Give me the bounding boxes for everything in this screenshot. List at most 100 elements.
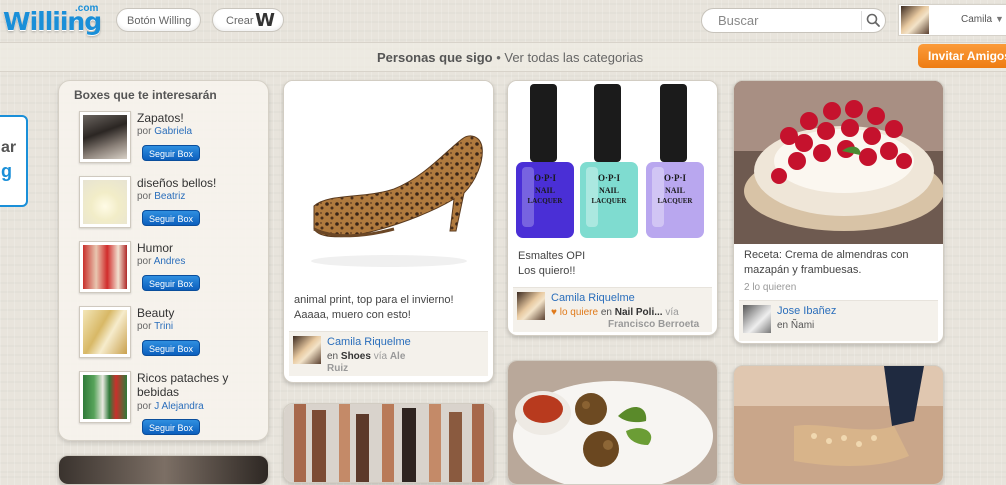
- pin-image-leopard-heel: [284, 81, 493, 289]
- in-label: en: [600, 307, 612, 318]
- williing-logo[interactable]: Williing .com: [3, 3, 103, 39]
- by-label: por: [137, 401, 152, 412]
- crear-button[interactable]: Crear W: [212, 8, 284, 32]
- pinner-link[interactable]: Camila Riquelme: [551, 292, 635, 304]
- box-author: por Trini: [137, 321, 173, 332]
- pin-card-food[interactable]: [507, 360, 718, 485]
- invite-friends-button[interactable]: Invitar Amigos: [918, 44, 1006, 68]
- search-divider: [861, 11, 862, 30]
- box-title[interactable]: Zapatos!: [137, 111, 262, 125]
- bottle-brand-3: O·P·I: [664, 173, 687, 183]
- panel-title: Boxes que te interesarán: [74, 88, 217, 102]
- box-thumbnail[interactable]: [79, 306, 131, 358]
- by-label: por: [137, 256, 152, 267]
- box-thumbnail[interactable]: [79, 241, 131, 293]
- follow-box-button[interactable]: Seguir Box: [142, 145, 201, 161]
- box-thumbnail[interactable]: [79, 176, 131, 228]
- pin-card-partial[interactable]: [58, 455, 269, 485]
- heart-icon: ♥: [551, 307, 557, 318]
- pinner-link[interactable]: Jose Ibañez: [777, 305, 836, 317]
- box-title[interactable]: Humor: [137, 241, 262, 255]
- pin-source: en Ñami: [777, 320, 814, 331]
- box-thumbnail[interactable]: [79, 111, 131, 163]
- pin-source: ♥ lo quiere en Nail Poli... vía: [551, 307, 679, 318]
- boxes-panel: Boxes que te interesarán Zapatos! por Ga…: [58, 80, 269, 441]
- box-item-humor: Humor por Andres Seguir Box: [79, 241, 264, 297]
- likes-count[interactable]: 2 lo quieren: [744, 282, 796, 293]
- pin-card-opi[interactable]: O·P·I NAIL LACQUER O·P·I NAIL LACQUER O·…: [507, 80, 718, 336]
- box-title[interactable]: Ricos pataches y bebidas: [137, 371, 262, 399]
- box-item-beauty: Beauty por Trini Seguir Box: [79, 306, 264, 362]
- pin-caption-line-1: Receta: Crema de almendras con: [744, 249, 909, 261]
- via-user-link[interactable]: Ale: [390, 351, 406, 362]
- author-link[interactable]: Beatriz: [154, 191, 185, 202]
- box-thumbnail[interactable]: [79, 371, 131, 423]
- box-link[interactable]: Shoes: [341, 351, 371, 362]
- user-menu[interactable]: Camila ▼: [898, 4, 1006, 36]
- pin-source-cont: Francisco Berroeta: [608, 319, 699, 330]
- bottle-brand-2: O·P·I: [598, 173, 621, 183]
- avatar[interactable]: [743, 305, 771, 333]
- by-label: por: [137, 126, 152, 137]
- follow-box-button[interactable]: Seguir Box: [142, 210, 201, 226]
- author-link[interactable]: J Alejandra: [154, 401, 203, 412]
- bottle-line2-1: LACQUER: [527, 197, 563, 205]
- avatar: [901, 6, 929, 34]
- pin-caption-line-1: Esmaltes OPI: [518, 250, 586, 262]
- pin-image-nail-polish: O·P·I NAIL LACQUER O·P·I NAIL LACQUER O·…: [508, 81, 717, 244]
- pinner-link[interactable]: Camila Riquelme: [327, 336, 411, 348]
- pin-image-cake: [734, 81, 943, 244]
- search-input[interactable]: [718, 12, 858, 29]
- follow-box-button[interactable]: Seguir Box: [142, 419, 201, 435]
- in-label: en: [327, 351, 339, 362]
- pin-image-spiked-heels: [734, 366, 943, 484]
- pin-card-cake[interactable]: Receta: Crema de almendras con mazapán y…: [733, 80, 944, 344]
- box-title[interactable]: Beauty: [137, 306, 262, 320]
- search-box: [701, 8, 886, 33]
- box-link[interactable]: Nail Poli...: [615, 307, 663, 318]
- via-label: vía: [665, 307, 679, 318]
- author-link[interactable]: Gabriela: [154, 126, 192, 137]
- pin-attribution: Camila Riquelme ♥ lo quiere en Nail Poli…: [513, 287, 712, 332]
- loves-label: lo quiere: [559, 307, 599, 318]
- follow-box-button[interactable]: Seguir Box: [142, 340, 201, 356]
- box-item-ricos: Ricos pataches y bebidas por J Alejandra…: [79, 371, 264, 441]
- categories-link[interactable]: Ver todas las categorias: [504, 50, 643, 65]
- bottle-line1-1: NAIL: [535, 186, 555, 195]
- pin-caption-line-1: animal print, top para el invierno!: [294, 294, 454, 306]
- pin-card-legs[interactable]: [283, 403, 494, 483]
- box-item-disenos: diseños bellos! por Beatriz Seguir Box: [79, 176, 264, 232]
- box-author: por Andres: [137, 256, 185, 267]
- via-user-link-cont[interactable]: Ruiz: [327, 363, 348, 374]
- pin-card-spiked-heels[interactable]: [733, 365, 944, 485]
- author-link[interactable]: Trini: [154, 321, 173, 332]
- pin-attribution: Camila Riquelme en Shoes vía Ale Ruiz: [289, 331, 488, 376]
- side-tab[interactable]: ar g: [0, 115, 28, 207]
- side-tab-text-1: ar: [1, 139, 17, 156]
- search-icon[interactable]: [865, 12, 882, 29]
- via-user-link[interactable]: Francisco Berroeta: [608, 319, 699, 330]
- following-link[interactable]: Personas que sigo: [377, 50, 493, 65]
- pin-source-cont: Ruiz: [327, 363, 348, 374]
- box-link[interactable]: Ñami: [791, 320, 814, 331]
- pin-image: [59, 456, 268, 484]
- sub-nav-links: Personas que sigo • Ver todas las catego…: [377, 50, 643, 65]
- box-title[interactable]: diseños bellos!: [137, 176, 262, 190]
- pin-card-heel[interactable]: animal print, top para el invierno! Aaaa…: [283, 80, 494, 383]
- via-label: vía: [373, 351, 388, 362]
- boton-willing-button[interactable]: Botón Willing: [116, 8, 201, 32]
- bottle-line1-2: NAIL: [599, 186, 619, 195]
- box-item-zapatos: Zapatos! por Gabriela Seguir Box: [79, 111, 264, 167]
- author-link[interactable]: Andres: [154, 256, 186, 267]
- by-label: por: [137, 321, 152, 332]
- user-name: Camila: [961, 14, 993, 25]
- pin-image-croquettes: [508, 361, 717, 484]
- avatar[interactable]: [293, 336, 321, 364]
- box-author: por Beatriz: [137, 191, 185, 202]
- crear-w-icon: W: [255, 10, 275, 31]
- avatar[interactable]: [517, 292, 545, 320]
- follow-box-button[interactable]: Seguir Box: [142, 275, 201, 291]
- chevron-down-icon: ▼: [995, 14, 1004, 24]
- bottle-line1-3: NAIL: [665, 186, 685, 195]
- crear-label: Crear: [226, 15, 254, 27]
